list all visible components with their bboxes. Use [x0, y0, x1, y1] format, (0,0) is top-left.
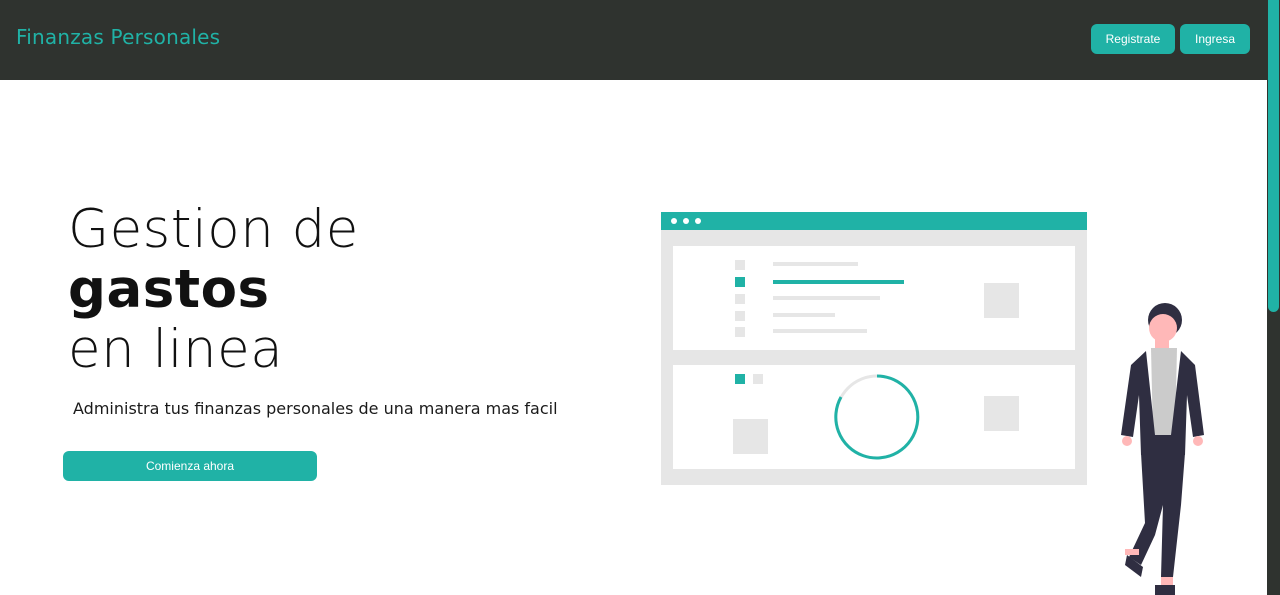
- scrollbar-thumb[interactable]: [1268, 0, 1279, 312]
- hero-subtitle: Administra tus finanzas personales de un…: [73, 399, 558, 418]
- navbar: Finanzas Personales Registrate Ingresa: [0, 0, 1267, 80]
- hero-title: Gestion de gastos en linea: [68, 200, 488, 380]
- browser-window-graphic: [661, 212, 1087, 485]
- hero-title-line-1: Gestion de: [68, 199, 359, 260]
- brand-logo-text[interactable]: Finanzas Personales: [16, 25, 220, 49]
- login-button[interactable]: Ingresa: [1180, 24, 1250, 54]
- person-figure: [1121, 303, 1204, 595]
- dashboard-person-illustration: [661, 212, 1204, 595]
- hero-title-line-3: en linea: [68, 319, 284, 380]
- register-button[interactable]: Registrate: [1091, 24, 1175, 54]
- get-started-button[interactable]: Comienza ahora: [63, 451, 317, 481]
- hero-title-line-2: gastos: [68, 259, 270, 320]
